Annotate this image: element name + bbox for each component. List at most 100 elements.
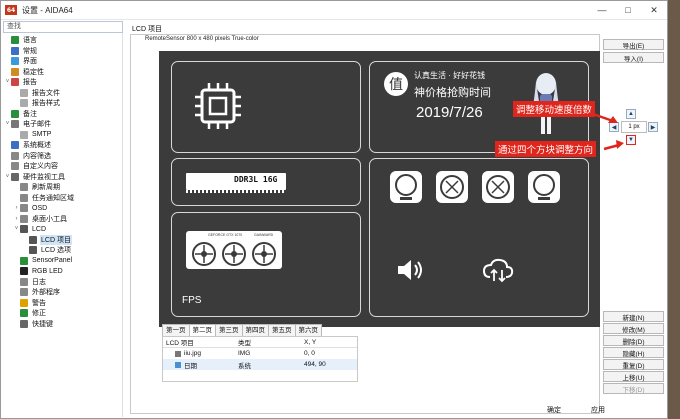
new-button[interactable]: 新建(N) <box>603 311 664 322</box>
sensorpanel-icon <box>20 256 28 265</box>
lcd-items-table[interactable]: LCD 项目 类型 X, Y iiu.jpg IMG 0, 0 日期 系统 49… <box>162 336 358 382</box>
gpu-panel[interactable]: GEFORCE GTX 1070 GAINWARD FPS <box>171 212 361 317</box>
filter-icon <box>11 151 19 160</box>
apply-button[interactable]: 应用 <box>591 405 605 415</box>
tab-page-4[interactable]: 第四页 <box>241 324 269 336</box>
cpu-panel[interactable] <box>171 61 361 153</box>
slogan-bottom: 神价格抢购时间 <box>414 87 491 99</box>
sidebar-item-0[interactable]: 语言 <box>3 35 123 46</box>
ram-panel[interactable]: DDR3L 16G <box>171 158 361 206</box>
chevron-down-icon[interactable]: ˅ <box>13 226 20 232</box>
sidebar-item-20[interactable]: LCD 选项 <box>3 245 123 256</box>
lcd-preview[interactable]: DDR3L 16G GEFORCE GTX 1070 GAINWARD FPS … <box>159 51 600 327</box>
sidebar-item-label: 刷新周期 <box>32 184 60 192</box>
sidebar-item-12[interactable]: 自定义内容 <box>3 161 123 172</box>
sidebar-item-17[interactable]: › 桌面小工具 <box>3 214 123 225</box>
sidebar-item-19[interactable]: LCD 项目 <box>3 234 123 246</box>
stability-icon <box>11 67 19 76</box>
sidebar-item-16[interactable]: › OSD <box>3 203 123 214</box>
speed-callout-arrow <box>589 111 618 123</box>
table-row[interactable]: 日期 系统 494, 90 <box>163 359 357 370</box>
search-input[interactable]: 查找 <box>3 21 123 33</box>
row-item-type: IMG <box>238 350 251 357</box>
sidebar-item-27[interactable]: 快捷键 <box>3 319 123 330</box>
move-down-button[interactable]: 下移(D) <box>603 383 664 394</box>
window-icon <box>11 57 19 66</box>
tab-page-1[interactable]: 第一页 <box>162 324 190 336</box>
sidebar-item-5[interactable]: 报告文件 <box>3 88 123 99</box>
move-up-control[interactable]: ▲ <box>626 109 636 119</box>
sidebar-item-1[interactable]: 常规 <box>3 46 123 57</box>
sidebar-item-18[interactable]: ˅ LCD <box>3 224 123 235</box>
lcd-option-icon <box>29 246 37 255</box>
hide-button[interactable]: 隐藏(H) <box>603 347 664 358</box>
column-header-xy[interactable]: X, Y <box>304 339 354 346</box>
window-title: 设置 - AIDA64 <box>22 5 73 15</box>
sidebar-item-24[interactable]: 外部程序 <box>3 287 123 298</box>
table-row[interactable]: iiu.jpg IMG 0, 0 <box>163 348 357 359</box>
sidebar-item-label: 硬件监视工具 <box>23 173 65 181</box>
step-size-field[interactable]: 1 px <box>621 121 647 133</box>
chevron-down-icon[interactable]: ˅ <box>4 174 11 180</box>
fans-audio-panel[interactable] <box>369 158 589 317</box>
sidebar-item-label: LCD <box>32 225 47 233</box>
tab-page-5[interactable]: 第五页 <box>268 324 296 336</box>
sidebar-item-label: SMTP <box>32 131 52 139</box>
sidebar-item-label: 外部程序 <box>32 289 60 297</box>
move-right-control[interactable]: ▶ <box>648 122 658 132</box>
sidebar-item-13[interactable]: ˅ 硬件监视工具 <box>3 172 123 183</box>
chevron-right-icon[interactable]: › <box>13 216 20 222</box>
maximize-icon[interactable]: □ <box>615 1 641 20</box>
tab-page-6[interactable]: 第六页 <box>294 324 322 336</box>
speaker-icon <box>398 260 422 280</box>
minimize-icon[interactable]: — <box>589 1 615 20</box>
sidebar-item-15[interactable]: 任务通知区域 <box>3 193 123 204</box>
tab-page-3[interactable]: 第三页 <box>215 324 243 336</box>
fix-icon <box>20 309 28 318</box>
ok-button[interactable]: 确定 <box>547 405 561 415</box>
gpu-fans-icon <box>192 242 276 266</box>
sidebar-item-label: 修正 <box>32 310 46 318</box>
sidebar-item-10[interactable]: 系统概述 <box>3 140 123 151</box>
sidebar-item-11[interactable]: 内容筛选 <box>3 151 123 162</box>
sidebar-item-8[interactable]: ˅ 电子邮件 <box>3 119 123 130</box>
sidebar-item-23[interactable]: 日志 <box>3 277 123 288</box>
tab-page-2[interactable]: 第二页 <box>188 324 216 336</box>
sidebar-item-7[interactable]: 备注 <box>3 109 123 120</box>
sidebar-item-9[interactable]: SMTP <box>3 130 123 141</box>
column-header-item[interactable]: LCD 项目 <box>163 337 238 347</box>
delete-button[interactable]: 删除(D) <box>603 335 664 346</box>
sidebar-item-label: 语言 <box>23 37 37 45</box>
sidebar-item-label: 内容筛选 <box>23 152 51 160</box>
sidebar-item-25[interactable]: 警告 <box>3 298 123 309</box>
log-icon <box>20 277 28 286</box>
sidebar-item-21[interactable]: SensorPanel <box>3 256 123 267</box>
chevron-down-icon[interactable]: ˅ <box>4 121 11 127</box>
chevron-down-icon[interactable]: ˅ <box>4 79 11 85</box>
move-down-control[interactable]: ▼ <box>626 135 636 145</box>
page-title: LCD 项目 <box>132 26 162 33</box>
export-button[interactable]: 导出(E) <box>603 39 664 50</box>
sidebar-item-14[interactable]: 刷新周期 <box>3 182 123 193</box>
column-header-type[interactable]: 类型 <box>238 337 304 347</box>
row-item-name: 日期 <box>184 362 197 370</box>
modify-button[interactable]: 修改(M) <box>603 323 664 334</box>
sidebar-item-4[interactable]: ˅ 报告 <box>3 77 123 88</box>
sidebar-item-26[interactable]: 修正 <box>3 308 123 319</box>
chevron-right-icon[interactable]: › <box>13 205 20 211</box>
sidebar-item-label: LCD 选项 <box>41 247 71 255</box>
table-header: LCD 项目 类型 X, Y <box>163 337 357 348</box>
window-controls: — □ ✕ <box>589 1 667 20</box>
aida64-app-icon: 64 <box>5 5 17 15</box>
sidebar-item-3[interactable]: 稳定性 <box>3 67 123 78</box>
lcd-item-icon <box>29 235 37 244</box>
import-button[interactable]: 导入(I) <box>603 52 664 63</box>
move-up-button[interactable]: 上移(U) <box>603 371 664 382</box>
globe-icon <box>11 36 19 45</box>
sidebar-item-6[interactable]: 报告样式 <box>3 98 123 109</box>
gpu-brand: GEFORCE GTX 1070 <box>208 233 243 237</box>
sidebar-item-22[interactable]: RGB LED <box>3 266 123 277</box>
duplicate-button[interactable]: 重复(D) <box>603 359 664 370</box>
close-icon[interactable]: ✕ <box>641 1 667 20</box>
sidebar-item-2[interactable]: 界面 <box>3 56 123 67</box>
